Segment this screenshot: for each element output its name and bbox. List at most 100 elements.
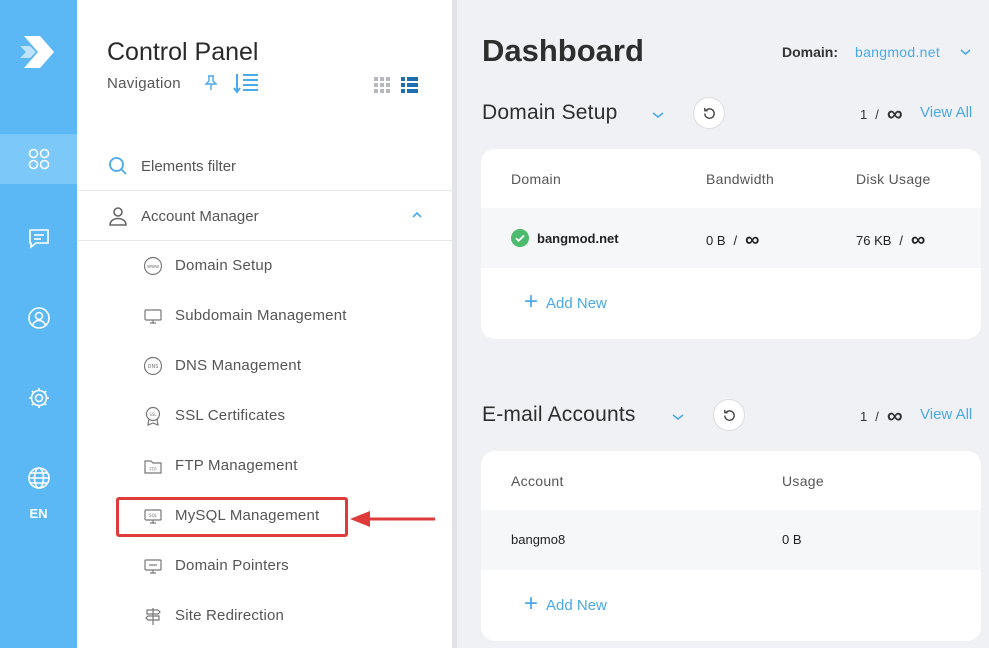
bandwidth-value: 0 B	[706, 232, 726, 248]
add-new-label: Add New	[546, 295, 607, 312]
www-icon: www	[143, 256, 163, 276]
counter-separator: /	[875, 106, 879, 122]
list-view-icon[interactable]	[401, 77, 418, 93]
nav-item-label: FTP Management	[175, 457, 298, 474]
table-row[interactable]: bangmo8 0 B	[481, 510, 981, 570]
column-header: Usage	[782, 473, 824, 489]
nav-item-label: Subdomain Management	[175, 307, 347, 324]
column-header: Account	[511, 473, 564, 489]
nav-title: Control Panel	[107, 38, 259, 66]
nav-subtitle: Navigation	[107, 75, 181, 92]
email-accounts-title[interactable]: E-mail Accounts	[482, 403, 636, 427]
infinity-limit: ∞	[886, 101, 903, 126]
chevron-down-icon[interactable]	[960, 48, 971, 56]
usage-value: 0 B	[782, 532, 802, 547]
domain-view-all-link[interactable]: View All	[920, 104, 972, 121]
svg-text:SSL: SSL	[149, 412, 157, 417]
chevron-down-icon[interactable]	[672, 413, 684, 421]
nav-item-dns-management[interactable]: DNS DNS Management	[137, 346, 437, 386]
bandwidth-cell: 0 B / ∞	[706, 230, 759, 250]
domain-name: bangmod.net	[537, 230, 619, 246]
separator: /	[733, 232, 738, 248]
domain-cell[interactable]: bangmod.net	[511, 229, 619, 247]
disk-value: 76 KB	[856, 232, 892, 248]
chat-icon	[28, 229, 49, 249]
table-header: Account Usage	[481, 451, 981, 510]
language-label[interactable]: EN	[0, 506, 77, 521]
logo-icon[interactable]	[18, 32, 58, 72]
refresh-button[interactable]	[713, 399, 745, 431]
counter-value: 1	[860, 408, 868, 424]
search-icon	[109, 157, 127, 175]
counter-separator: /	[875, 408, 879, 424]
separator: /	[899, 232, 904, 248]
page-title: Dashboard	[482, 33, 644, 68]
domain-select[interactable]: bangmod.net	[855, 44, 940, 60]
email-counter: 1 / ∞	[860, 405, 903, 427]
nav-item-label: Domain Pointers	[175, 557, 289, 574]
svg-text:FTP: FTP	[149, 467, 157, 472]
nav-item-ssl-certificates[interactable]: SSL SSL Certificates	[137, 396, 437, 436]
nav-item-subdomain-management[interactable]: Subdomain Management	[137, 296, 437, 336]
refresh-button[interactable]	[693, 97, 725, 129]
nav-item-ftp-management[interactable]: FTP FTP Management	[137, 446, 437, 486]
left-rail: EN	[0, 0, 77, 648]
pin-icon[interactable]	[204, 75, 218, 91]
column-header: Disk Usage	[856, 171, 931, 187]
panel-divider[interactable]	[452, 0, 457, 648]
chevron-up-icon[interactable]	[411, 210, 423, 220]
infinity-limit: ∞	[886, 403, 903, 428]
globe-icon	[27, 467, 50, 489]
domain-counter: 1 / ∞	[860, 103, 903, 125]
signpost-icon	[145, 608, 161, 625]
arrow-left-icon	[350, 511, 435, 527]
svg-text:DNS: DNS	[148, 364, 159, 370]
rail-settings[interactable]	[0, 373, 77, 423]
domain-label: Domain:	[782, 44, 838, 60]
rail-account[interactable]	[0, 293, 77, 343]
sort-list-icon[interactable]	[233, 72, 259, 94]
pointer-icon	[144, 559, 162, 574]
user-icon	[109, 207, 127, 226]
nav-item-domain-pointers[interactable]: Domain Pointers	[137, 546, 437, 586]
folder-ftp-icon: FTP	[144, 460, 162, 474]
chevron-down-icon[interactable]	[652, 111, 664, 119]
highlight-box	[116, 497, 348, 537]
elements-filter[interactable]: Elements filter	[77, 141, 452, 191]
account-name: bangmo8	[511, 532, 566, 547]
column-header: Domain	[511, 171, 562, 187]
nav-item-domain-setup[interactable]: www Domain Setup	[137, 246, 437, 286]
refresh-icon	[723, 409, 735, 421]
grid-view-icon[interactable]	[374, 77, 390, 93]
gear-icon	[28, 388, 49, 408]
domain-setup-card: Domain Bandwidth Disk Usage bangmod.net …	[481, 149, 981, 339]
table-row[interactable]: bangmod.net 0 B / ∞ 76 KB / ∞	[481, 208, 981, 268]
account-manager-label: Account Manager	[141, 208, 259, 225]
plus-icon: +	[524, 288, 539, 315]
account-manager-group[interactable]: Account Manager	[77, 191, 452, 241]
usage-cell: 0 B	[782, 532, 802, 547]
dns-icon: DNS	[143, 356, 163, 376]
apps-icon	[28, 148, 49, 170]
infinity-limit: ∞	[745, 229, 760, 251]
user-circle-icon	[27, 307, 50, 329]
domain-setup-title[interactable]: Domain Setup	[482, 101, 617, 125]
email-view-all-link[interactable]: View All	[920, 406, 972, 423]
account-cell[interactable]: bangmo8	[511, 532, 565, 547]
add-new-label: Add New	[546, 597, 607, 614]
column-header: Bandwidth	[706, 171, 775, 187]
check-circle-icon	[511, 229, 529, 247]
refresh-icon	[703, 107, 715, 119]
table-header: Domain Bandwidth Disk Usage	[481, 149, 981, 208]
rail-apps[interactable]	[0, 134, 77, 184]
nav-item-label: Domain Setup	[175, 257, 273, 274]
svg-text:www: www	[147, 264, 159, 270]
nav-item-site-redirection[interactable]: Site Redirection	[137, 596, 437, 636]
navigation-panel: Control Panel Navigation Elements filter…	[77, 0, 452, 648]
rail-messages[interactable]	[0, 213, 77, 263]
email-add-new-button[interactable]: + Add New	[524, 592, 607, 616]
nav-item-label: Site Redirection	[175, 607, 285, 624]
domain-add-new-button[interactable]: + Add New	[524, 288, 607, 315]
rail-language[interactable]	[0, 453, 77, 503]
nav-item-label: SSL Certificates	[175, 407, 286, 424]
